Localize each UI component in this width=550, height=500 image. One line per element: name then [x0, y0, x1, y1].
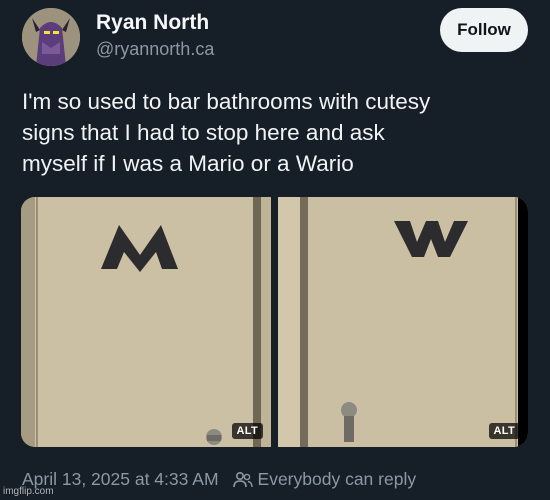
media-image-wario-door[interactable]: ALT	[278, 197, 528, 447]
door-photo	[21, 197, 271, 447]
door-photo	[278, 197, 528, 447]
reply-setting: Everybody can reply	[257, 469, 417, 489]
alt-badge[interactable]: ALT	[231, 423, 263, 439]
alt-badge[interactable]: ALT	[488, 423, 520, 439]
post-footer: April 13, 2025 at 4:33 AM Everybody can …	[22, 469, 416, 490]
follow-button[interactable]: Follow	[440, 8, 528, 52]
avatar[interactable]	[22, 8, 80, 66]
avatar-image	[22, 8, 80, 66]
post-text: I'm so used to bar bathrooms with cutesy…	[22, 86, 532, 179]
author-name[interactable]: Ryan North	[96, 11, 209, 35]
post-text-line: myself if I was a Mario or a Wario	[22, 151, 354, 176]
media-image-mario-door[interactable]: ALT	[21, 197, 271, 447]
post-text-line: signs that I had to stop here and ask	[22, 120, 385, 145]
people-icon	[232, 471, 253, 489]
watermark: imgflip.com	[3, 486, 54, 497]
post-text-line: I'm so used to bar bathrooms with cutesy	[22, 89, 431, 114]
author-handle[interactable]: @ryannorth.ca	[96, 39, 214, 60]
